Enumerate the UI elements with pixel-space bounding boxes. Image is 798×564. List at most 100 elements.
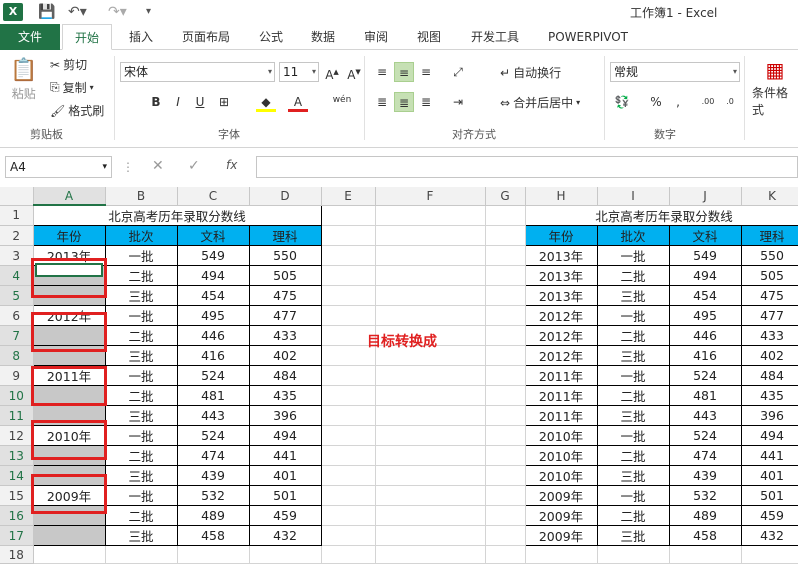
- cell[interactable]: [485, 425, 526, 446]
- batch-cell[interactable]: 一批: [596, 485, 670, 506]
- score-cell[interactable]: 484: [248, 365, 322, 386]
- score-cell[interactable]: 495: [668, 305, 742, 326]
- cell[interactable]: [485, 225, 526, 246]
- batch-cell[interactable]: 二批: [104, 385, 178, 406]
- year-cell[interactable]: 2009年: [524, 485, 598, 506]
- row-header[interactable]: 11: [0, 405, 34, 426]
- active-cell-A4[interactable]: [35, 263, 103, 277]
- column-header-G[interactable]: G: [485, 187, 526, 206]
- align-right-icon[interactable]: ≣: [416, 92, 436, 112]
- right-table-header[interactable]: 批次: [596, 225, 670, 246]
- indent-icon[interactable]: ⇥: [448, 92, 468, 112]
- year-cell[interactable]: 2012年: [524, 325, 598, 346]
- cell[interactable]: [485, 205, 526, 226]
- score-cell[interactable]: 501: [248, 485, 322, 506]
- year-cell[interactable]: 2011年: [524, 405, 598, 426]
- row-header[interactable]: 1: [0, 205, 34, 226]
- right-table-header[interactable]: 年份: [524, 225, 598, 246]
- batch-cell[interactable]: 一批: [104, 245, 178, 266]
- score-cell[interactable]: 459: [248, 505, 322, 526]
- tab-file[interactable]: 文件: [0, 24, 60, 50]
- increase-font-icon[interactable]: A▲: [322, 62, 342, 82]
- score-cell[interactable]: 401: [740, 465, 798, 486]
- cell[interactable]: [375, 265, 486, 286]
- score-cell[interactable]: 489: [176, 505, 250, 526]
- year-cell[interactable]: 2013年: [524, 285, 598, 306]
- cell-table[interactable]: A B C D E F G H I J K 1 北京高考历年录取分数线 北京高考历年录取分数线 2 年份 批次文…: [0, 187, 798, 564]
- tab-insert[interactable]: 插入: [118, 24, 164, 50]
- cell[interactable]: [321, 245, 376, 266]
- cell[interactable]: [375, 285, 486, 306]
- score-cell[interactable]: 524: [176, 365, 250, 386]
- cell[interactable]: [485, 365, 526, 386]
- score-cell[interactable]: 474: [176, 445, 250, 466]
- tab-powerpivot[interactable]: POWERPIVOT: [540, 24, 636, 50]
- right-table-header[interactable]: 文科: [668, 225, 742, 246]
- score-cell[interactable]: 416: [668, 345, 742, 366]
- row-header[interactable]: 18: [0, 545, 34, 564]
- align-center-icon[interactable]: ≣: [394, 92, 414, 112]
- row-header[interactable]: 7: [0, 325, 34, 346]
- batch-cell[interactable]: 二批: [596, 265, 670, 286]
- year-cell[interactable]: 2012年: [524, 305, 598, 326]
- score-cell[interactable]: 494: [248, 425, 322, 446]
- batch-cell[interactable]: 三批: [596, 465, 670, 486]
- batch-cell[interactable]: 二批: [104, 325, 178, 346]
- right-table-header[interactable]: 理科: [740, 225, 798, 246]
- score-cell[interactable]: 524: [668, 365, 742, 386]
- batch-cell[interactable]: 一批: [104, 485, 178, 506]
- cell[interactable]: [375, 385, 486, 406]
- batch-cell[interactable]: 二批: [104, 505, 178, 526]
- cell[interactable]: [485, 405, 526, 426]
- paste-button[interactable]: 📋 粘贴: [10, 58, 37, 102]
- batch-cell[interactable]: 三批: [104, 345, 178, 366]
- cell[interactable]: [375, 465, 486, 486]
- score-cell[interactable]: 474: [668, 445, 742, 466]
- tab-developer[interactable]: 开发工具: [462, 24, 528, 50]
- batch-cell[interactable]: 一批: [596, 305, 670, 326]
- cell[interactable]: [33, 545, 106, 564]
- score-cell[interactable]: 401: [248, 465, 322, 486]
- cell[interactable]: [321, 385, 376, 406]
- align-left-icon[interactable]: ≣: [372, 92, 392, 112]
- comma-icon[interactable]: ,: [668, 92, 688, 112]
- cell[interactable]: [321, 545, 376, 564]
- cell[interactable]: [485, 325, 526, 346]
- cell[interactable]: [321, 225, 376, 246]
- year-cell[interactable]: 2012年: [524, 345, 598, 366]
- cancel-icon[interactable]: ✕: [152, 158, 164, 174]
- batch-cell[interactable]: 二批: [596, 325, 670, 346]
- cell[interactable]: [375, 365, 486, 386]
- tab-view[interactable]: 视图: [406, 24, 452, 50]
- fill-color-icon[interactable]: ◆: [256, 92, 276, 112]
- cell[interactable]: [485, 385, 526, 406]
- score-cell[interactable]: 433: [740, 325, 798, 346]
- score-cell[interactable]: 494: [176, 265, 250, 286]
- batch-cell[interactable]: 一批: [596, 425, 670, 446]
- score-cell[interactable]: 441: [248, 445, 322, 466]
- row-header[interactable]: 10: [0, 385, 34, 406]
- worksheet-grid[interactable]: A B C D E F G H I J K 1 北京高考历年录取分数线 北京高考历年录取分数线 2 年份 批次文…: [0, 187, 798, 564]
- italic-button[interactable]: I: [168, 92, 188, 112]
- cell[interactable]: [375, 505, 486, 526]
- cell[interactable]: [741, 545, 798, 564]
- batch-cell[interactable]: 三批: [104, 465, 178, 486]
- phonetic-icon[interactable]: wén: [330, 90, 354, 110]
- column-header-F[interactable]: F: [375, 187, 486, 206]
- batch-cell[interactable]: 三批: [596, 345, 670, 366]
- row-header[interactable]: 14: [0, 465, 34, 486]
- score-cell[interactable]: 435: [740, 385, 798, 406]
- score-cell[interactable]: 489: [668, 505, 742, 526]
- cell[interactable]: [321, 445, 376, 466]
- underline-button[interactable]: U: [190, 92, 210, 112]
- score-cell[interactable]: 501: [740, 485, 798, 506]
- column-header-I[interactable]: I: [597, 187, 670, 206]
- name-box[interactable]: A4 ▾: [5, 156, 112, 178]
- cell[interactable]: [321, 485, 376, 506]
- score-cell[interactable]: 494: [668, 265, 742, 286]
- batch-cell[interactable]: 三批: [596, 285, 670, 306]
- percent-icon[interactable]: %: [646, 92, 666, 112]
- cell[interactable]: [321, 285, 376, 306]
- column-header-A[interactable]: A: [33, 187, 106, 206]
- merge-center-button[interactable]: ⇔ 合并后居中 ▾: [500, 94, 580, 111]
